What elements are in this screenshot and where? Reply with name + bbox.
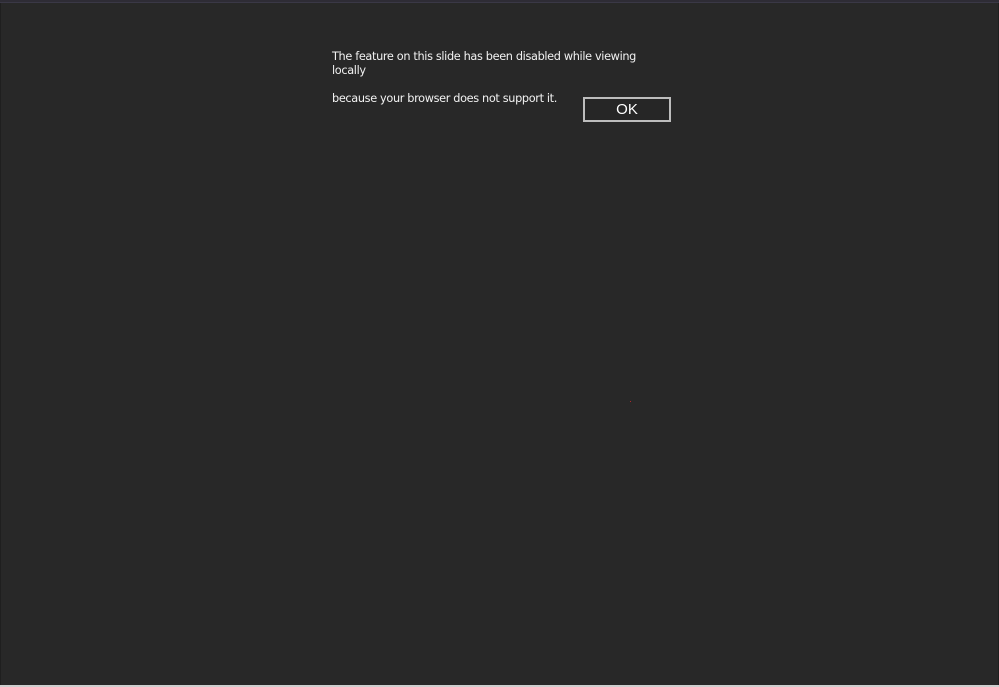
ok-button[interactable]: OK [583, 97, 671, 122]
stray-pixel [630, 401, 631, 402]
player-frame: The feature on this slide has been disab… [0, 0, 999, 687]
top-border [0, 0, 999, 3]
message-line-1: The feature on this slide has been disab… [332, 50, 636, 77]
left-border [0, 3, 1, 685]
